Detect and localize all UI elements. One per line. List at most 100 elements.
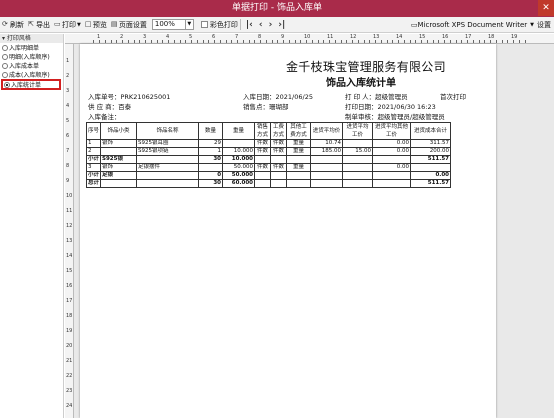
ruler-tick [444, 40, 445, 43]
table-cell [342, 171, 374, 180]
radio-selected-icon [4, 81, 10, 88]
prev-page-icon[interactable]: ‹ [256, 20, 266, 30]
style-option-cost[interactable]: 入库成本单 [0, 61, 63, 70]
order-no-label: 入库单号： [88, 93, 121, 101]
printer-dropdown-icon[interactable]: ▼ [530, 22, 534, 28]
ruler-tick [427, 40, 428, 43]
ruler-mark: 12 [350, 34, 357, 40]
first-page-icon[interactable]: |‹ [243, 20, 256, 30]
table-header-cell: 销售方式 [254, 122, 272, 140]
ruler-tick [329, 40, 330, 43]
table-header-cell: 数量 [198, 122, 224, 140]
page-setup-icon: ▤ [110, 20, 118, 28]
ruler-tick [364, 40, 365, 43]
ruler-tick [300, 40, 301, 43]
table-cell: 小计 [85, 171, 102, 180]
table-cell [254, 155, 272, 164]
reviewer-label: 制单审核： [345, 113, 378, 121]
table-cell: 200.00 [410, 147, 452, 156]
style-option-cost-order[interactable]: 成本(入库顺序) [0, 70, 63, 79]
ruler-tick [162, 40, 163, 43]
ruler-mark: 14 [396, 34, 403, 40]
table-cell: 0.00 [410, 171, 452, 180]
refresh-button[interactable]: ⟳ 刷新 [0, 18, 26, 32]
table-cell: 10.000 [222, 155, 256, 164]
total-row: 总计 30 60.000 511.57 [85, 179, 452, 188]
last-page-icon[interactable]: ›| [275, 20, 288, 30]
sales-point: 销售点：珊瑚部 [243, 101, 289, 111]
table-cell: 2 [85, 147, 102, 156]
ruler-tick [151, 40, 152, 43]
table-cell: 重量 [286, 163, 312, 172]
table-cell: 511.57 [410, 155, 452, 164]
ruler-tick [128, 40, 129, 43]
printer-select[interactable]: Microsoft XPS Document Writer [418, 21, 528, 29]
ruler-tick [139, 40, 140, 43]
ruler-mark: 4 [66, 103, 70, 109]
option-label: 入库统计单 [11, 82, 42, 89]
table-cell [372, 171, 412, 180]
ruler-mark: 20 [66, 343, 73, 349]
table-cell: 件数 [270, 147, 288, 156]
reviewer: 制单审核：超级管理员/超级管理员 [345, 111, 445, 121]
table-cell: 0.00 [372, 139, 412, 148]
ruler-tick [145, 40, 146, 43]
export-button[interactable]: ⇱ 导出 [26, 18, 52, 32]
horizontal-ruler: 1 2 3 4 5 6 7 8 9 10 11 12 13 14 15 16 17 18 19 [65, 34, 554, 44]
color-print-label: 彩色打印 [209, 20, 238, 29]
table-cell: 小计 [85, 155, 102, 164]
table-cell [286, 179, 312, 188]
table-cell: 1 [198, 147, 224, 156]
ruler-tick [507, 40, 508, 43]
table-cell [136, 155, 200, 164]
print-button[interactable]: ▭ 打印 ▼ [52, 18, 83, 32]
ruler-tick [496, 40, 497, 43]
print-page: 金千枝珠宝管理服务有限公司 饰品入库统计单 入库单号：PRK210625001 … [80, 44, 496, 418]
table-cell [410, 163, 452, 172]
ruler-tick [254, 40, 255, 43]
next-page-icon[interactable]: › [266, 20, 276, 30]
ruler-tick [277, 40, 278, 43]
ruler-tick [208, 40, 209, 43]
table-cell: 30 [198, 179, 224, 188]
remark: 入库备注： [88, 113, 121, 121]
table-cell [310, 179, 344, 188]
radio-icon [2, 44, 8, 51]
settings-button[interactable]: 设置 [537, 20, 551, 30]
table-cell: 1 [85, 139, 102, 148]
reviewer-value: 超级管理员/超级管理员 [377, 113, 445, 121]
style-option-detail[interactable]: 入库明细单 [0, 43, 63, 52]
chevron-down-icon: ▼ [77, 21, 81, 28]
table-cell: 50.000 [222, 171, 256, 180]
ruler-tick [306, 40, 307, 43]
table-header-cell: 进货成本合计 [410, 122, 452, 140]
ruler-mark: 13 [66, 238, 73, 244]
ruler-tick [346, 40, 347, 43]
ruler-tick [266, 40, 267, 43]
table-cell: 件数 [270, 139, 288, 148]
preview-button[interactable]: □ 预览 [83, 18, 109, 32]
color-print-checkbox[interactable] [200, 21, 208, 28]
table-cell: 件数 [270, 163, 288, 172]
style-option-statistics[interactable]: 入库统计单 [1, 79, 61, 90]
table-cell: 足银摆件 [136, 163, 200, 172]
ruler-tick [272, 40, 273, 43]
ruler-tick [185, 40, 186, 43]
table-cell [270, 155, 288, 164]
page-setup-button[interactable]: ▤ 页面设置 [109, 18, 149, 32]
ruler-tick [99, 40, 100, 43]
ruler-mark: 12 [66, 223, 73, 229]
style-option-detail-order[interactable]: 明细(入库顺序) [0, 52, 63, 61]
zoom-select[interactable]: 100% [151, 19, 186, 30]
table-cell: 311.57 [410, 139, 452, 148]
table-cell [100, 147, 138, 156]
ruler-mark: 19 [511, 34, 518, 40]
zoom-dropdown-icon[interactable]: ▼ [185, 19, 194, 30]
table-cell: 重量 [286, 147, 312, 156]
ruler-tick [433, 40, 434, 43]
table-cell: 0.00 [372, 163, 412, 172]
ruler-tick [111, 40, 112, 43]
radio-icon [2, 71, 8, 78]
close-button[interactable]: ✕ [538, 0, 554, 16]
ruler-tick [369, 40, 370, 43]
